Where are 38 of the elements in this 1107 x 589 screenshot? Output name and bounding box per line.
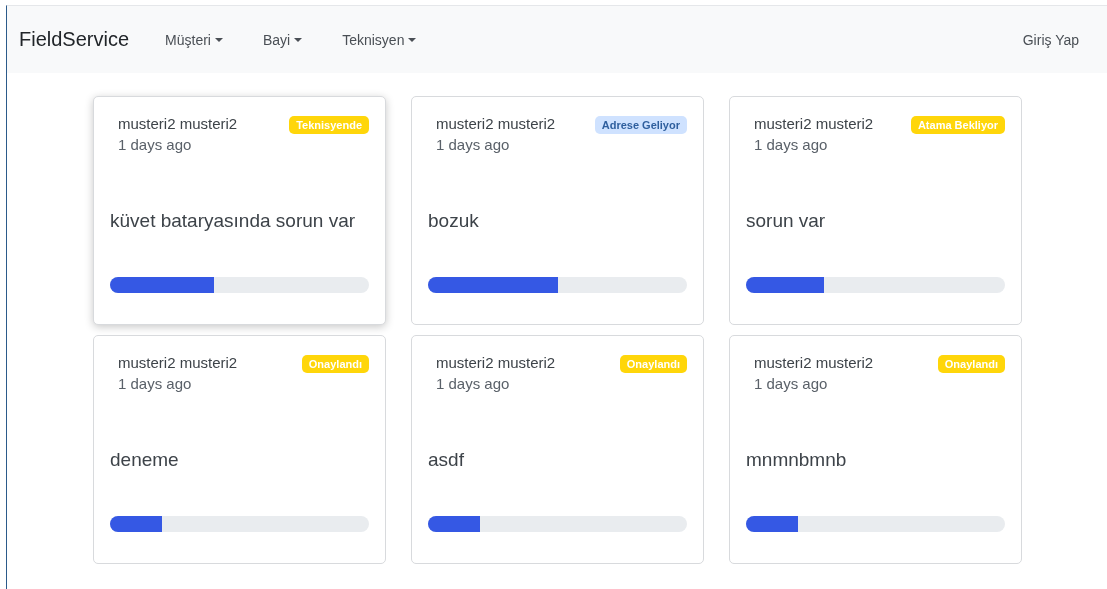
time-ago: 1 days ago (436, 135, 511, 155)
customer-name: musteri2 musteri2 (118, 114, 238, 134)
nav-dropdown[interactable]: Bayi (262, 31, 303, 48)
time-ago: 1 days ago (754, 135, 829, 155)
status-badge: Teknisyende (289, 116, 369, 134)
brand-link[interactable]: FieldService (19, 28, 130, 51)
request-card[interactable]: musteri2 musteri2 1 days ago Teknisyende küvet bataryasında sorun var (93, 96, 386, 325)
status-badge: Adrese Geliyor (594, 116, 687, 134)
time-ago: 1 days ago (436, 374, 511, 394)
customer-name: musteri2 musteri2 (436, 353, 556, 373)
request-title: deneme (110, 448, 180, 472)
customer-name: musteri2 musteri2 (754, 114, 874, 134)
login-link[interactable]: Giriş Yap (1022, 31, 1079, 48)
status-badge: Atama Bekliyor (910, 116, 1005, 134)
customer-name: musteri2 musteri2 (436, 114, 556, 134)
status-badge: Onaylandı (301, 355, 369, 373)
request-title: asdf (428, 448, 465, 472)
request-card[interactable]: musteri2 musteri2 1 days ago Onaylandı deneme (93, 335, 386, 564)
caret-icon (408, 37, 417, 42)
caret-icon (214, 37, 223, 42)
request-card[interactable]: musteri2 musteri2 1 days ago Adrese Geliyor bozuk (411, 96, 704, 325)
time-ago: 1 days ago (754, 374, 829, 394)
status-badge: Onaylandı (937, 355, 1005, 373)
request-title: sorun var (746, 209, 827, 233)
request-card[interactable]: musteri2 musteri2 1 days ago Onaylandı mnmnbmnb (729, 335, 1022, 564)
caret-icon (294, 37, 303, 42)
nav-dropdown[interactable]: Teknisyen (342, 31, 417, 48)
customer-name: musteri2 musteri2 (754, 353, 874, 373)
nav-dropdown[interactable]: Müşteri (165, 31, 223, 48)
customer-name: musteri2 musteri2 (118, 353, 238, 373)
status-badge: Onaylandı (619, 355, 687, 373)
time-ago: 1 days ago (118, 135, 193, 155)
request-card[interactable]: musteri2 musteri2 1 days ago Atama Bekliyor sorun var (729, 96, 1022, 325)
request-title: bozuk (428, 209, 480, 233)
time-ago: 1 days ago (118, 374, 193, 394)
request-title: küvet bataryasında sorun var (110, 209, 357, 233)
request-card[interactable]: musteri2 musteri2 1 days ago Onaylandı asdf (411, 335, 704, 564)
request-title: mnmnbmnb (746, 448, 848, 472)
